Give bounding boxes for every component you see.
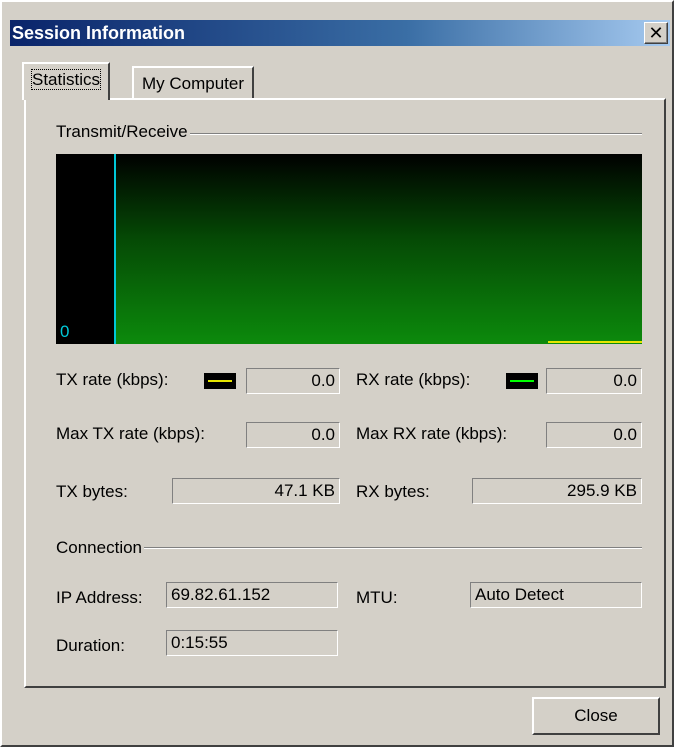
tab-statistics[interactable]: Statistics [22,62,111,100]
duration-field: 0:15:55 [166,630,338,656]
duration-label: Duration: [56,636,125,655]
graph-zero-label: 0 [60,322,70,341]
max-rx-rate-field: 0.0 [546,422,642,448]
rx-bytes-field: 295.9 KB [472,478,642,504]
graph-plot-area [114,154,642,344]
mtu-label: MTU: [356,588,398,607]
ip-address-label: IP Address: [56,588,143,607]
transmit-receive-group-label: Transmit/Receive [56,122,190,142]
tx-bytes-field: 47.1 KB [172,478,340,504]
rx-rate-field: 0.0 [546,368,642,394]
tx-bytes-label: TX bytes: [56,482,128,501]
max-tx-rate-field: 0.0 [246,422,340,448]
tab-statistics-label: Statistics [30,69,102,90]
tx-rate-field: 0.0 [246,368,340,394]
transmit-receive-graph: 0 [56,154,642,344]
connection-group-label: Connection [56,538,145,558]
statistics-panel: Transmit/Receive 0 TX rate (kbps): 0.0 R… [24,98,666,688]
close-button[interactable]: Close [532,697,660,735]
max-tx-rate-label: Max TX rate (kbps): [56,424,205,443]
mtu-field: Auto Detect [470,582,642,608]
ip-address-field: 69.82.61.152 [166,582,338,608]
close-icon[interactable]: ✕ [644,22,668,44]
rx-bytes-label: RX bytes: [356,482,430,501]
tx-color-swatch [204,373,236,389]
max-rx-rate-label: Max RX rate (kbps): [356,424,508,443]
rx-rate-label: RX rate (kbps): [356,370,471,389]
tx-rate-label: TX rate (kbps): [56,370,169,389]
graph-axis-line [114,154,116,344]
window-title: Session Information [12,23,186,43]
rx-color-swatch [506,373,538,389]
title-bar[interactable]: Session Information ✕ [10,20,670,46]
tab-my-computer[interactable]: My Computer [132,66,255,100]
tab-my-computer-label: My Computer [142,74,245,93]
graph-tx-line [548,341,642,343]
session-information-dialog: Session Information ✕ Statistics My Comp… [0,0,674,747]
